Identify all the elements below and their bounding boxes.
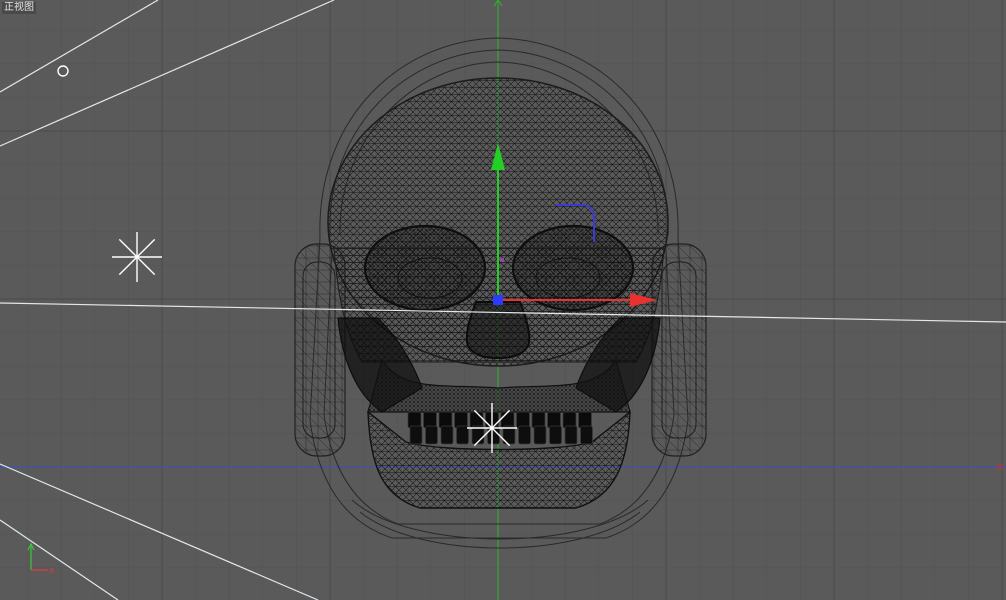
axis-indicator-x-label: x: [49, 566, 55, 576]
lower-tooth: [425, 425, 438, 445]
upper-tooth: [469, 411, 484, 429]
viewport-title-menu[interactable]: 正视图: [2, 2, 36, 14]
upper-tooth: [562, 411, 577, 429]
light-ray-lines[interactable]: [0, 0, 335, 600]
upper-tooth: [500, 411, 515, 429]
omni-light-icon[interactable]: [112, 232, 162, 282]
upper-tooth: [547, 411, 561, 429]
lower-tooth: [456, 425, 469, 445]
upper-tooth: [407, 411, 422, 429]
light-object-circle-icon[interactable]: [57, 65, 69, 77]
upper-tooth: [423, 411, 437, 429]
viewport-canvas[interactable]: x: [0, 0, 1006, 600]
omni-light-icon[interactable]: [467, 403, 517, 453]
gizmo-pivot-point: [500, 258, 504, 262]
skull-nose-cavity[interactable]: [465, 301, 531, 360]
lower-tooth: [409, 425, 423, 445]
spotlight-ray[interactable]: [0, 463, 319, 600]
upper-tooth: [438, 411, 453, 429]
lower-tooth: [564, 425, 578, 445]
spotlight-ray[interactable]: [0, 0, 335, 147]
lower-tooth: [549, 425, 562, 445]
upper-tooth: [516, 411, 530, 429]
lower-tooth: [533, 425, 547, 445]
lower-tooth: [440, 425, 454, 445]
gizmo-center-handle[interactable]: [493, 295, 503, 305]
spotlight-ray[interactable]: [0, 519, 119, 600]
upper-tooth: [578, 411, 592, 429]
3d-viewport[interactable]: x 正视图: [0, 0, 1006, 600]
upper-tooth: [531, 411, 546, 429]
lower-tooth: [518, 425, 531, 445]
skull-wireframe-model[interactable]: [294, 37, 707, 549]
upper-tooth: [454, 411, 468, 429]
lower-tooth: [580, 425, 593, 445]
